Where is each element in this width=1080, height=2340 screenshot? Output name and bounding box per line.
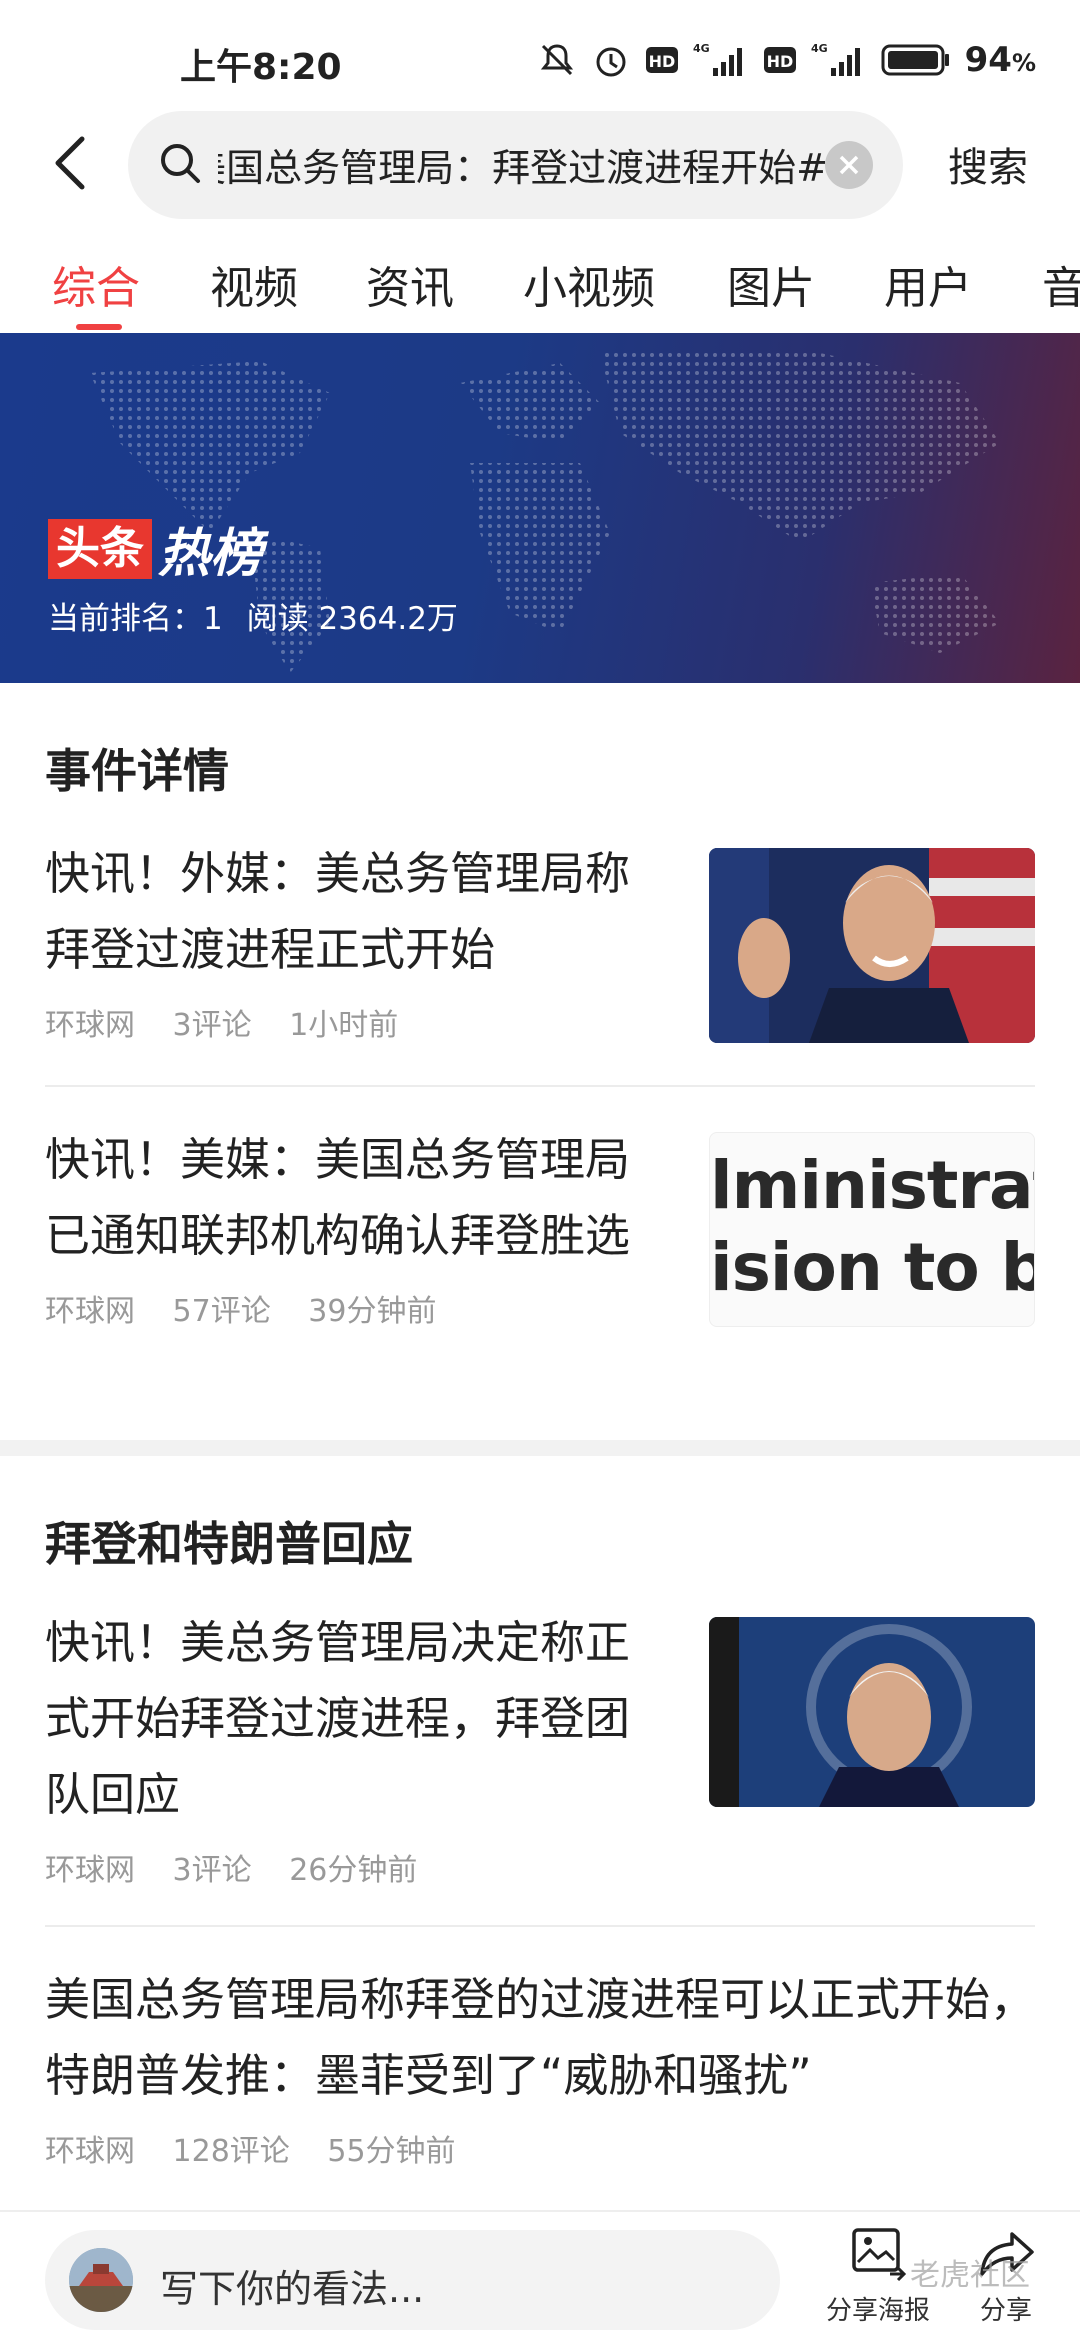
hd-icon: HD (645, 47, 678, 73)
section-separator (0, 1440, 1080, 1456)
article-comments: 128评论 (172, 2134, 290, 2169)
tab-video[interactable]: 视频 (210, 252, 298, 316)
article-time: 39分钟前 (308, 1294, 437, 1329)
tab-music[interactable]: 音 (1042, 252, 1080, 316)
article-thumbnail (709, 848, 1035, 1043)
avatar (69, 2248, 133, 2312)
close-icon (839, 155, 859, 175)
svg-text:HD: HD (648, 52, 675, 71)
clear-search-button[interactable] (825, 141, 873, 189)
article-comments: 57评论 (172, 1294, 271, 1329)
article-title: 美国总务管理局称拜登的过渡进程可以正式开始，特朗普发推：墨菲受到了“威胁和骚扰” (45, 1973, 1036, 2102)
divider (45, 1085, 1035, 1087)
article-meta: 环球网 3评论 26分钟前 (45, 1845, 1035, 1889)
article-title: 快讯！美媒：美国总务管理局已通知联邦机构确认拜登胜选 (45, 1133, 631, 1262)
rank-label: 当前排名：1 (48, 601, 223, 637)
thumbnail-text-line: lministratio (710, 1147, 1034, 1224)
alarm-icon (596, 47, 626, 77)
search-input[interactable]: 美国总务管理局：拜登过渡进程开始# (128, 111, 903, 219)
article-source: 环球网 (45, 1294, 135, 1329)
article-source: 环球网 (45, 1008, 135, 1043)
article-thumbnail: lministratio ision to be (709, 1132, 1035, 1327)
tab-images[interactable]: 图片 (727, 252, 815, 316)
poster-icon (852, 2228, 907, 2282)
search-icon (161, 144, 200, 183)
signal-icon: 4G (693, 42, 742, 76)
article-title: 快讯！美总务管理局决定称正式开始拜登过渡进程，拜登团队回应 (45, 1616, 631, 1821)
back-button[interactable] (38, 127, 102, 199)
hot-list-banner[interactable]: 头条 热榜 当前排名：1 阅读 2364.2万 (0, 333, 1080, 683)
hd-icon: HD (763, 47, 796, 73)
article-time: 1小时前 (289, 1008, 399, 1043)
back-arrow-icon (55, 136, 85, 190)
signal-icon: 4G (811, 42, 860, 76)
article-item[interactable]: 快讯！美媒：美国总务管理局已通知联邦机构确认拜登胜选 环球网 57评论 39分钟… (45, 1122, 1035, 1422)
article-time: 55分钟前 (327, 2134, 456, 2169)
svg-text:HD: HD (766, 52, 793, 71)
battery-percent: 94% (964, 40, 1036, 80)
status-time: 上午8:20 (180, 47, 342, 88)
search-query[interactable]: 美国总务管理局：拜登过渡进程开始# (218, 137, 828, 193)
portrait-photo (709, 848, 1035, 1043)
search-button[interactable]: 搜索 (948, 135, 1028, 193)
portrait-photo (709, 1617, 1035, 1807)
article-time: 26分钟前 (289, 1853, 418, 1888)
hot-list-logo: 头条 热榜 (48, 511, 262, 586)
article-comments: 3评论 (172, 1853, 252, 1888)
article-title: 快讯！外媒：美总务管理局称拜登过渡进程正式开始 (45, 847, 631, 976)
read-count: 阅读 2364.2万 (246, 601, 458, 637)
tab-users[interactable]: 用户 (884, 252, 972, 316)
article-source: 环球网 (45, 1853, 135, 1888)
section-title: 事件详情 (45, 744, 229, 798)
share-label: 分享 (979, 2296, 1032, 2326)
svg-text:4G: 4G (693, 42, 710, 55)
article-meta: 环球网 128评论 55分钟前 (45, 2126, 1035, 2170)
divider (45, 1925, 1035, 1927)
tab-news[interactable]: 资讯 (366, 252, 454, 316)
svg-text:4G: 4G (811, 42, 828, 55)
logo-word: 热榜 (158, 524, 263, 584)
search-row: 美国总务管理局：拜登过渡进程开始# 搜索 (0, 105, 1080, 221)
article-item[interactable]: 快讯！外媒：美总务管理局称拜登过渡进程正式开始 环球网 3评论 1小时前 (45, 836, 1035, 1056)
article-thumbnail (709, 1617, 1035, 1807)
mute-bell-icon (540, 44, 573, 76)
comment-input[interactable]: 写下你的看法... (45, 2230, 780, 2330)
battery-icon (881, 44, 949, 76)
comment-placeholder: 写下你的看法... (160, 2267, 425, 2311)
article-comments: 3评论 (172, 1008, 252, 1043)
section-title: 拜登和特朗普回应 (45, 1517, 413, 1571)
article-source: 环球网 (45, 2134, 135, 2169)
article-item[interactable]: 美国总务管理局称拜登的过渡进程可以正式开始，特朗普发推：墨菲受到了“威胁和骚扰”… (45, 1962, 1035, 2192)
article-item[interactable]: 快讯！美总务管理局决定称正式开始拜登过渡进程，拜登团队回应 环球网 3评论 26… (45, 1605, 1035, 1888)
tab-short-video[interactable]: 小视频 (523, 252, 655, 316)
status-icons: HD 4G HD 4G 94% (537, 38, 1036, 82)
category-tabs: 综合 视频 资讯 小视频 图片 用户 音 (0, 240, 1080, 332)
watermark: 老虎社区 (910, 2258, 1030, 2293)
active-tab-indicator (76, 324, 122, 330)
tab-comprehensive[interactable]: 综合 (52, 252, 140, 316)
status-bar: 上午8:20 HD 4G HD 4G 94% (0, 0, 1080, 122)
logo-box: 头条 (48, 518, 152, 579)
share-poster-label: 分享海报 (825, 2296, 930, 2326)
thumbnail-text-line: ision to be (710, 1229, 1034, 1306)
rank-info: 当前排名：1 阅读 2364.2万 (48, 593, 472, 638)
avatar-image (69, 2248, 133, 2312)
